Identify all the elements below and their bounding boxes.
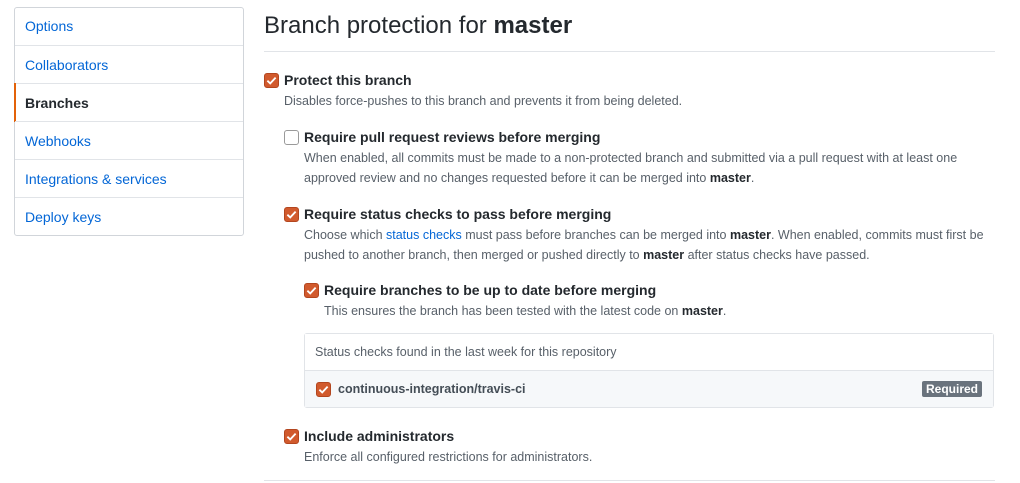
branch-name: master — [729, 228, 771, 242]
branch-name: master — [709, 171, 751, 185]
include-admins-label[interactable]: Include administrators — [304, 428, 454, 444]
check-icon — [286, 432, 297, 441]
desc-text: . — [750, 171, 755, 185]
include-admins-checkbox[interactable] — [284, 428, 299, 444]
require-reviews-label[interactable]: Require pull request reviews before merg… — [304, 129, 600, 145]
sidebar-item-webhooks[interactable]: Webhooks — [15, 121, 243, 159]
require-reviews-checkbox[interactable] — [284, 129, 299, 145]
status-checks-header: Status checks found in the last week for… — [305, 334, 993, 371]
protect-branch-desc: Disables force-pushes to this branch and… — [284, 94, 683, 108]
check-icon — [318, 385, 329, 394]
require-status-checks-checkbox[interactable] — [284, 206, 299, 222]
require-status-checks-desc: Choose which status checks must pass bef… — [304, 225, 995, 265]
desc-text: When enabled, all commits must be made t… — [304, 151, 958, 185]
require-up-to-date-checkbox[interactable] — [304, 282, 319, 298]
check-icon — [286, 210, 297, 219]
desc-text: must pass before branches can be merged … — [461, 228, 730, 242]
require-up-to-date-label[interactable]: Require branches to be up to date before… — [324, 282, 656, 298]
page-title-branch: master — [493, 12, 573, 39]
status-check-name[interactable]: continuous-integration/travis-ci — [338, 382, 526, 396]
require-status-checks-label[interactable]: Require status checks to pass before mer… — [304, 206, 611, 222]
option-require-up-to-date: Require branches to be up to date before… — [304, 281, 995, 321]
option-require-reviews: Require pull request reviews before merg… — [284, 128, 995, 188]
check-icon — [266, 76, 277, 85]
require-reviews-desc: When enabled, all commits must be made t… — [304, 148, 995, 188]
sidebar-item-options[interactable]: Options — [15, 8, 243, 45]
status-checks-box: Status checks found in the last week for… — [304, 333, 994, 408]
check-icon — [306, 286, 317, 295]
option-include-admins: Include administrators Enforce all confi… — [284, 427, 995, 467]
settings-sidebar: Options Collaborators Branches Webhooks … — [14, 7, 244, 236]
option-protect-branch: Protect this branch Disables force-pushe… — [264, 71, 995, 111]
page-title-prefix: Branch protection for — [264, 12, 494, 39]
sidebar-item-branches[interactable]: Branches — [14, 83, 243, 122]
option-require-status-checks: Require status checks to pass before mer… — [284, 205, 995, 265]
desc-text: after status checks have passed. — [684, 248, 870, 262]
desc-text: This ensures the branch has been tested … — [324, 304, 682, 318]
bottom-divider — [264, 480, 995, 481]
required-badge: Required — [921, 381, 982, 397]
desc-text: Choose which — [304, 228, 386, 242]
status-check-checkbox[interactable] — [316, 381, 331, 397]
page-title: Branch protection for master — [264, 13, 995, 39]
include-admins-desc: Enforce all configured restrictions for … — [304, 450, 593, 464]
protect-branch-checkbox[interactable] — [264, 72, 279, 88]
desc-text: . — [722, 304, 727, 318]
require-up-to-date-desc: This ensures the branch has been tested … — [324, 301, 995, 321]
status-check-row: continuous-integration/travis-ci Require… — [305, 371, 993, 407]
title-divider — [264, 51, 995, 52]
branch-name: master — [643, 248, 685, 262]
branch-name: master — [681, 304, 723, 318]
sidebar-item-collaborators[interactable]: Collaborators — [15, 45, 243, 83]
main-content: Branch protection for master Protect thi… — [264, 0, 995, 464]
sidebar-item-deploy-keys[interactable]: Deploy keys — [15, 197, 243, 235]
sidebar-item-integrations[interactable]: Integrations & services — [15, 159, 243, 197]
protect-branch-label[interactable]: Protect this branch — [284, 72, 412, 88]
status-checks-link[interactable]: status checks — [386, 228, 462, 242]
